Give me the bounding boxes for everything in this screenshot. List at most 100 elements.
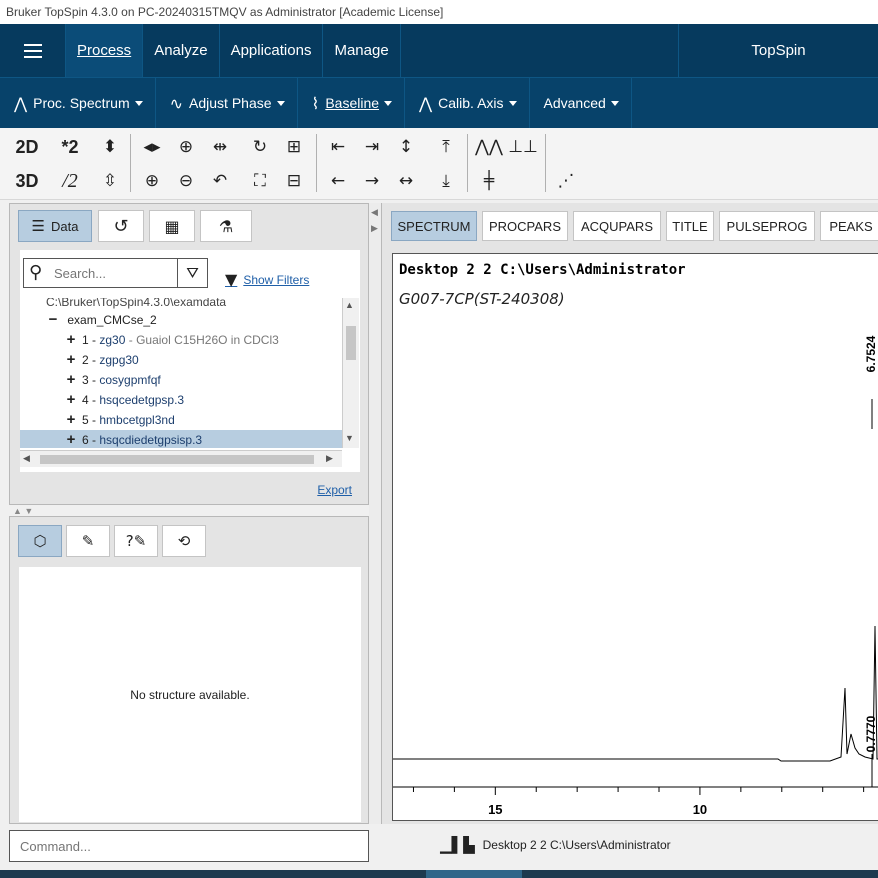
tab-acqupars[interactable]: ACQUPARS bbox=[573, 211, 661, 241]
tab-comment-history[interactable]: ⟲ bbox=[162, 525, 206, 557]
scroll-left-icon[interactable]: ◀ bbox=[23, 453, 30, 464]
scale-reset-icon[interactable]: ⇳ bbox=[95, 167, 125, 195]
refresh-icon[interactable]: ↻ bbox=[245, 133, 275, 161]
tab-history[interactable]: ↺ bbox=[98, 210, 144, 242]
shift-bottom-icon[interactable]: ⤓ bbox=[431, 167, 461, 195]
tab-structure[interactable]: ⬡ bbox=[18, 525, 62, 557]
search-input[interactable] bbox=[54, 263, 174, 283]
tree-item[interactable]: +2 - zgpg30 bbox=[20, 350, 342, 370]
divide-2-button[interactable]: /2 bbox=[55, 167, 85, 195]
tree-item[interactable]: +4 - hsqcedetgpsp.3 bbox=[20, 390, 342, 410]
tree-item[interactable]: +6 - hsqcdiedetgpsisp.3 bbox=[20, 430, 342, 448]
zoom-region-icon[interactable]: ⊞ bbox=[279, 133, 309, 161]
expand-icon[interactable]: + bbox=[64, 350, 78, 370]
zoom-in-icon[interactable]: ⊕ bbox=[137, 167, 167, 195]
hscroll-thumb[interactable] bbox=[40, 455, 314, 464]
expand-icon[interactable]: + bbox=[64, 330, 78, 350]
mode-3d-button[interactable]: 3D bbox=[12, 167, 42, 195]
spectrum-plot[interactable]: 15 10 6.7524 0.7770 bbox=[393, 254, 878, 821]
splitter-arrows-icon[interactable]: ▲ ▼ bbox=[13, 506, 33, 516]
tree-dataset[interactable]: − exam_CMCse_2 bbox=[20, 310, 342, 330]
spectrum-canvas[interactable]: 15 10 6.7524 0.7770 Desktop 2 2 C:\Users\Ad… bbox=[392, 253, 878, 821]
horizontal-range-icon[interactable]: ↔ bbox=[391, 167, 421, 195]
spectrum-bars-icon: ▁▌▙ bbox=[440, 836, 475, 854]
tree-item-number: 5 bbox=[82, 413, 89, 427]
scale-updown-icon[interactable]: ⬍ bbox=[95, 133, 125, 161]
menu-process[interactable]: Process bbox=[66, 24, 144, 77]
chevron-down-icon bbox=[134, 100, 143, 106]
export-link[interactable]: Export bbox=[317, 483, 352, 497]
tab-title[interactable]: TITLE bbox=[666, 211, 714, 241]
shift-right-icon[interactable]: → bbox=[357, 167, 387, 195]
tree-item[interactable]: +5 - hmbcetgpl3nd bbox=[20, 410, 342, 430]
expand-icon[interactable]: + bbox=[64, 410, 78, 430]
expand-icon[interactable]: + bbox=[64, 390, 78, 410]
menu-manage[interactable]: Manage bbox=[323, 24, 401, 77]
undo-zoom-icon[interactable]: ↶ bbox=[205, 167, 235, 195]
layout-icon: ▦ bbox=[164, 216, 180, 236]
menu-applications[interactable]: Applications bbox=[220, 24, 324, 77]
tab-pulseprog[interactable]: PULSEPROG bbox=[719, 211, 815, 241]
peak-pick-icon[interactable]: ⋀⋀ bbox=[474, 133, 504, 161]
tree-vertical-scrollbar[interactable]: ▲ ▼ bbox=[342, 298, 359, 448]
tab-peaks[interactable]: PEAKS bbox=[820, 211, 878, 241]
tab-spectrum[interactable]: SPECTRUM bbox=[391, 211, 477, 241]
tree-item-name: zg30 bbox=[99, 333, 126, 347]
advanced-button[interactable]: Advanced bbox=[530, 78, 632, 128]
adjust-phase-button[interactable]: ∿ Adjust Phase bbox=[156, 78, 298, 128]
tab-data[interactable]: ☰ Data bbox=[18, 210, 92, 242]
shift-left-end-icon[interactable]: ⇤ bbox=[323, 133, 353, 161]
bottom-bar: ▁▌▙ Desktop 2 2 C:\Users\Administrator bbox=[0, 824, 878, 870]
hamburger-menu-icon[interactable] bbox=[0, 24, 66, 77]
tree-item[interactable]: +1 - zg30 - Guaiol C15H26O in CDCl3 bbox=[20, 330, 342, 350]
collapse-left-icon[interactable]: ◀ bbox=[371, 207, 378, 218]
scroll-up-icon[interactable]: ▲ bbox=[345, 300, 354, 310]
tab-help-edit[interactable]: ?✎ bbox=[114, 525, 158, 557]
zoom-exact-icon[interactable]: ⊕ bbox=[171, 133, 201, 161]
tree-item[interactable]: +3 - cosygpmfqf bbox=[20, 370, 342, 390]
taskbar-active-app[interactable] bbox=[426, 870, 522, 878]
integrate-icon[interactable]: ⊥⊥ bbox=[508, 133, 538, 161]
tab-procpars[interactable]: PROCPARS bbox=[482, 211, 568, 241]
proc-spectrum-button[interactable]: ⋀ Proc. Spectrum bbox=[0, 78, 156, 128]
scroll-thumb[interactable] bbox=[346, 326, 356, 360]
window-title: Bruker TopSpin 4.3.0 on PC-20240315TMQV … bbox=[0, 0, 878, 24]
expand-icon[interactable]: + bbox=[64, 370, 78, 390]
structure-icon: ⬡ bbox=[33, 532, 47, 550]
tab-edit-history[interactable]: ✎ bbox=[66, 525, 110, 557]
calib-axis-button[interactable]: ⋀ Calib. Axis bbox=[405, 78, 530, 128]
tab-layout[interactable]: ▦ bbox=[149, 210, 195, 242]
expand-right-icon[interactable]: ▶ bbox=[371, 223, 378, 234]
fit-view-icon[interactable]: ⛶ bbox=[245, 167, 275, 195]
vertical-range-icon[interactable]: ↕ bbox=[391, 133, 421, 161]
menu-analyze[interactable]: Analyze bbox=[143, 24, 220, 77]
mode-2d-button[interactable]: 2D bbox=[12, 133, 42, 161]
shift-right-end-icon[interactable]: ⇥ bbox=[357, 133, 387, 161]
collapse-icon[interactable]: − bbox=[46, 310, 60, 330]
expand-horizontal-icon[interactable]: ◂▸ bbox=[137, 133, 167, 161]
tree-horizontal-scrollbar[interactable]: ◀ ▶ bbox=[20, 450, 342, 467]
expand-icon[interactable]: + bbox=[64, 430, 78, 448]
chevron-down-icon bbox=[508, 100, 517, 106]
multiply-2-button[interactable]: *2 bbox=[55, 133, 85, 161]
comment-history-icon: ⟲ bbox=[177, 532, 191, 550]
more-tools-icon[interactable]: ⋰ bbox=[551, 167, 581, 195]
baseline-button[interactable]: ⌇ Baseline bbox=[298, 78, 406, 128]
panel-collapse-strip[interactable]: ◀ ▶ bbox=[369, 203, 381, 824]
grid-icon[interactable]: ⊟ bbox=[279, 167, 309, 195]
show-filters-link[interactable]: ▼ Show Filters bbox=[225, 270, 309, 289]
no-structure-message: No structure available. bbox=[130, 687, 250, 702]
scroll-down-icon[interactable]: ▼ bbox=[345, 433, 354, 443]
shift-top-icon[interactable]: ⤒ bbox=[431, 133, 461, 161]
command-input[interactable] bbox=[9, 830, 369, 862]
zoom-out-icon[interactable]: ⊖ bbox=[171, 167, 201, 195]
tree-item-number: 4 bbox=[82, 393, 89, 407]
peak-label: 6.7524 bbox=[864, 335, 878, 372]
scroll-right-icon[interactable]: ▶ bbox=[326, 453, 333, 464]
display-toolbar: 2D 3D *2 /2 ⬍ ⇳ ◂▸ ⊕ ⇹ ↻ ⊞ ⊕ ⊖ ↶ ⛶ ⊟ ⇤ ⇥… bbox=[0, 128, 878, 200]
clear-filter-icon[interactable]: ⛛ bbox=[177, 259, 207, 287]
full-width-icon[interactable]: ⇹ bbox=[205, 133, 235, 161]
tab-flask[interactable]: ⚗ bbox=[200, 210, 252, 242]
shift-left-icon[interactable]: ← bbox=[323, 167, 353, 195]
multiplet-icon[interactable]: ╪ bbox=[474, 167, 504, 195]
